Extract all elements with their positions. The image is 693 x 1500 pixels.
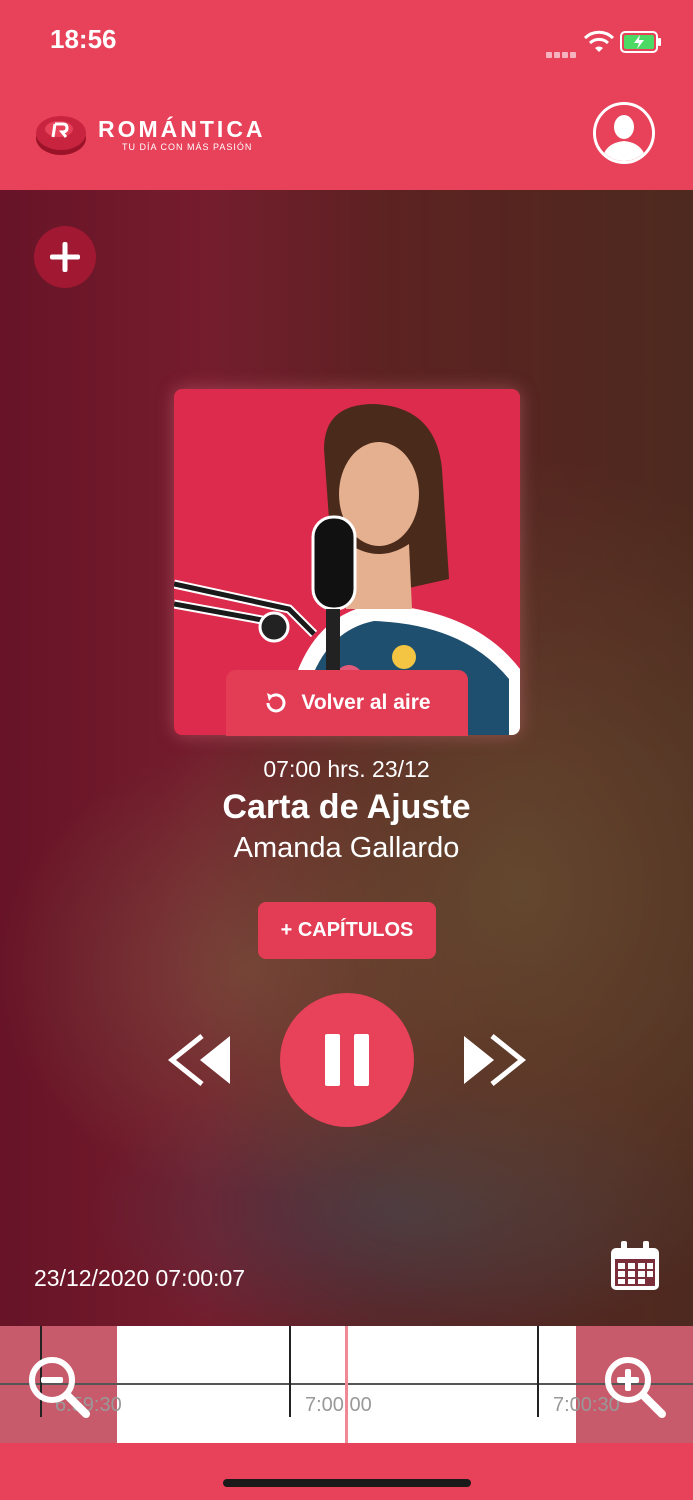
pause-icon (325, 1034, 340, 1086)
brand-name: ROMÁNTICA (98, 116, 266, 142)
logo-heart-icon (36, 116, 86, 155)
home-indicator[interactable] (223, 1479, 471, 1487)
timeline-playhead[interactable] (345, 1326, 348, 1443)
pause-button[interactable] (280, 993, 414, 1127)
timeline-tick (289, 1326, 291, 1384)
back-to-live-button[interactable]: Volver al aire (226, 670, 468, 736)
program-schedule: 07:00 hrs. 23/12 (263, 756, 430, 782)
romantica-logo[interactable]: ROMÁNTICA TU DÍA CON MÁS PASIÓN (34, 108, 294, 162)
status-time: 18:56 (50, 24, 117, 54)
player-area: Volver al aire 07:00 hrs. 23/12 Carta de… (0, 190, 693, 1326)
battery-charging-icon (620, 31, 661, 53)
bottom-bar (0, 1443, 693, 1500)
current-datetime: 23/12/2020 07:00:07 (34, 1265, 246, 1291)
zoom-out-icon[interactable] (26, 1354, 90, 1418)
timeline-tick (537, 1326, 539, 1384)
user-avatar-icon (596, 105, 652, 161)
zoom-in-icon[interactable] (602, 1354, 666, 1418)
wifi-icon (584, 30, 614, 52)
rewind-icon[interactable] (166, 1032, 232, 1088)
timeline-scrubber[interactable]: 6:59:30 7:00:00 7:00:30 (0, 1326, 693, 1443)
back-to-live-label: Volver al aire (301, 691, 431, 714)
chapters-button[interactable]: + CAPÍTULOS (258, 902, 436, 959)
status-bar: 18:56 (0, 0, 693, 80)
plus-icon (50, 242, 80, 272)
cellular-signal-icon (546, 45, 578, 58)
calendar-icon[interactable] (609, 1240, 661, 1292)
program-host: Amanda Gallardo (233, 832, 460, 864)
timeline-tick (289, 1384, 291, 1417)
timeline-label: 7:00:00 (305, 1394, 372, 1416)
program-title: Carta de Ajuste (222, 788, 471, 826)
profile-button[interactable] (593, 102, 655, 164)
add-button[interactable] (34, 226, 96, 288)
app-header: ROMÁNTICA TU DÍA CON MÁS PASIÓN (0, 80, 693, 190)
timeline-tick (537, 1384, 539, 1417)
fast-forward-icon[interactable] (462, 1032, 528, 1088)
refresh-icon (266, 693, 286, 713)
brand-tagline: TU DÍA CON MÁS PASIÓN (122, 142, 253, 152)
